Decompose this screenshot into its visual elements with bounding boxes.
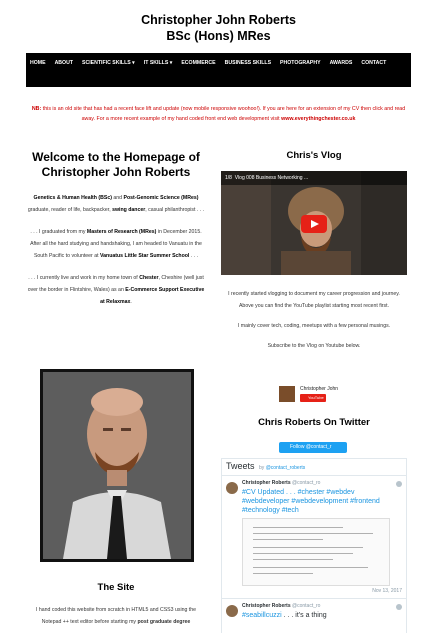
tweet-body: . . . it's a thing bbox=[283, 612, 327, 619]
masters-link[interactable]: Masters of Research (MRes) bbox=[87, 229, 156, 235]
channel-name: Christopher John bbox=[300, 386, 339, 392]
tweet-author-name: Christopher Roberts bbox=[242, 480, 291, 486]
twitter-bird-icon bbox=[396, 604, 402, 610]
swing-dancer-link[interactable]: swing dancer bbox=[112, 207, 145, 213]
tweet-text: #CV Updated . . . #chester #webdev #webd… bbox=[242, 489, 380, 514]
nav-item-label: Scientific Skills bbox=[82, 60, 131, 66]
site-subtitle: BSc (Hons) MRes bbox=[166, 29, 271, 43]
degree-bsc: Genetics & Human Health (BSc) bbox=[33, 195, 112, 201]
tweet-item[interactable]: Christopher Roberts @contact_ro #CV Upda… bbox=[222, 475, 406, 598]
profile-photo bbox=[40, 369, 194, 562]
twitter-follow-button[interactable]: Follow @contact_r bbox=[279, 442, 347, 453]
tweet-avatar bbox=[226, 605, 238, 617]
intro-paragraph: Genetics & Human Health (BSc) and Post-G… bbox=[26, 192, 206, 216]
notice-link[interactable]: www.everythingchester.co.uk bbox=[281, 116, 355, 122]
notice-prefix: NB: bbox=[31, 106, 42, 112]
location-paragraph: . . . I currently live and work in my ho… bbox=[26, 272, 206, 308]
nav-item-business-skills[interactable]: Business Skills bbox=[225, 57, 271, 70]
play-icon[interactable] bbox=[301, 215, 327, 233]
tweet-date[interactable]: Nov 13, 2017 bbox=[242, 588, 402, 594]
byline-prefix: by bbox=[259, 465, 265, 471]
youtube-subscribe-widget: Christopher John YouTube bbox=[279, 386, 379, 404]
nav-item-photography[interactable]: Photography bbox=[280, 57, 321, 70]
text-fragment: . . . bbox=[190, 253, 199, 259]
profile-photo-image bbox=[43, 372, 191, 559]
graduation-paragraph: . . . I graduated from my Masters of Res… bbox=[26, 226, 206, 262]
site-title: Christopher John Roberts bbox=[141, 13, 296, 27]
channel-avatar bbox=[279, 386, 295, 402]
twitter-timeline-widget: Tweets by @contact_roberts Christopher R… bbox=[221, 458, 407, 633]
degree-mres: Post-Genomic Science (MRes) bbox=[123, 195, 199, 201]
youtube-video-player[interactable]: 1/8 Vlog 008 Business Networking ... bbox=[221, 171, 407, 275]
summer-school-link[interactable]: Vanuatus Little Star Summer School bbox=[100, 253, 189, 259]
timeline-title: Tweets bbox=[226, 461, 255, 471]
twitter-bird-icon bbox=[396, 481, 402, 487]
timeline-header: Tweets by @contact_roberts bbox=[222, 459, 406, 475]
timeline-byline: by @contact_roberts bbox=[259, 465, 305, 471]
vlog-heading: Chris's Vlog bbox=[286, 150, 342, 161]
nav-item-ecommerce[interactable]: Ecommerce bbox=[181, 57, 215, 70]
video-title-bar: 1/8 Vlog 008 Business Networking ... bbox=[221, 171, 407, 185]
text-fragment: . bbox=[130, 299, 132, 305]
tweet-text: #seabillcuzzi . . . it's a thing bbox=[242, 611, 402, 620]
nav-item-label: IT Skills bbox=[143, 60, 169, 66]
main-nav: Home About Scientific Skills ▾ IT Skills… bbox=[26, 53, 411, 87]
vlog-paragraph: I recently started vlogging to document … bbox=[228, 291, 400, 309]
text-fragment: , casual philanthropist . . . bbox=[145, 207, 205, 213]
tweet-item[interactable]: Christopher Roberts @contact_ro #seabill… bbox=[222, 598, 406, 624]
vlog-paragraph: Subscribe to the Vlog on Youtube below. bbox=[267, 343, 361, 349]
text-fragment: and bbox=[113, 195, 123, 201]
tweet-avatar bbox=[226, 482, 238, 494]
notice-banner: NB: this is an old site that has had a r… bbox=[26, 104, 411, 124]
nav-item-contact[interactable]: Contact bbox=[361, 57, 386, 70]
tweet-author-name: Christopher Roberts bbox=[242, 603, 291, 609]
text-fragment: graduate, reader of life, backpacker, bbox=[27, 207, 111, 213]
site-header: Christopher John Roberts BSc (Hons) MRes bbox=[0, 0, 437, 53]
nav-item-home[interactable]: Home bbox=[30, 57, 46, 70]
tweet-author-handle: @contact_ro bbox=[292, 603, 321, 609]
nav-item-scientific-skills[interactable]: Scientific Skills ▾ bbox=[82, 57, 135, 70]
nav-item-about[interactable]: About bbox=[55, 57, 73, 70]
tweet-author: Christopher Roberts @contact_ro bbox=[242, 603, 402, 609]
site-section-title: The Site bbox=[97, 582, 135, 593]
site-section-text: I hand coded this website from scratch i… bbox=[26, 604, 206, 628]
nav-item-awards[interactable]: Awards bbox=[330, 57, 353, 70]
twitter-heading: Chris Roberts On Twitter bbox=[258, 417, 370, 428]
welcome-section: Welcome to the Homepage of Christopher J… bbox=[26, 150, 206, 318]
tweet-hashtag[interactable]: #seabillcuzzi bbox=[242, 612, 282, 619]
chester-link[interactable]: Chester bbox=[139, 275, 158, 281]
video-title: Vlog 008 Business Networking ... bbox=[234, 175, 309, 181]
tweet-author-handle: @contact_ro bbox=[292, 480, 321, 486]
timeline-handle-link[interactable]: @contact_roberts bbox=[266, 465, 306, 471]
vlog-section: Chris's Vlog 1/8 Vlog 008 Business Netwo… bbox=[221, 150, 407, 360]
welcome-heading: Welcome to the Homepage of Christopher J… bbox=[32, 150, 200, 179]
video-counter: 1/8 bbox=[225, 175, 232, 181]
tweet-author: Christopher Roberts @contact_ro bbox=[242, 480, 402, 486]
youtube-subscribe-button[interactable]: YouTube bbox=[300, 394, 326, 402]
vlog-description: I recently started vlogging to document … bbox=[221, 288, 407, 352]
postgrad-link[interactable]: post graduate degree bbox=[137, 619, 190, 625]
text-fragment: . . . I currently live and work in my ho… bbox=[28, 275, 138, 281]
nav-item-it-skills[interactable]: IT Skills ▾ bbox=[144, 57, 173, 70]
tweet-image[interactable] bbox=[242, 518, 390, 586]
text-fragment: . . . I graduated from my bbox=[30, 229, 86, 235]
vlog-paragraph: I mainly cover tech, coding, meetups wit… bbox=[237, 323, 391, 329]
